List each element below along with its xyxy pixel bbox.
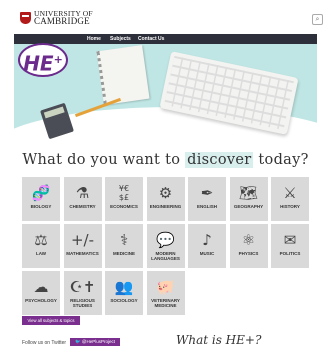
subject-label: History xyxy=(280,204,300,209)
university-logo[interactable]: UNIVERSITY OF CAMBRIDGE xyxy=(20,10,93,26)
battle-icon: ⚔ xyxy=(283,184,297,202)
pig-icon: 🐖 xyxy=(156,278,175,296)
subject-label: English xyxy=(196,204,217,209)
subject-tile[interactable]: ☪✝ Religious Studies xyxy=(63,271,102,315)
subject-tile[interactable]: 🧬 Biology xyxy=(22,177,60,221)
molecule-icon: ⚗ xyxy=(75,184,90,202)
subject-label: Sociology xyxy=(110,298,138,303)
subject-tile[interactable]: +/- Mathematics xyxy=(63,224,102,268)
subject-tile[interactable]: ⚙ Engineering xyxy=(146,177,185,221)
notebook-illustration xyxy=(96,45,150,105)
logo-line-2: CAMBRIDGE xyxy=(34,16,90,26)
subject-label: Law xyxy=(36,251,46,256)
subject-tile[interactable]: ✒ English xyxy=(188,177,226,221)
currency-icon: ¥€ $£ xyxy=(118,184,130,202)
tagline-before: What do you want to xyxy=(22,152,181,168)
twitter-bird-icon: 🐦 xyxy=(75,339,82,344)
search-icon[interactable]: ⌕ xyxy=(312,14,323,25)
people-icon: 👥 xyxy=(114,278,134,296)
speech-bubbles-icon: 💬 xyxy=(156,231,175,249)
religious-symbols-icon: ☪✝ xyxy=(69,278,96,296)
subject-label: Veterinary Medicine xyxy=(151,298,180,308)
subject-tile[interactable]: ⚕ Medicine xyxy=(105,224,143,268)
subject-label: Medicine xyxy=(112,251,135,256)
subject-label: Chemistry xyxy=(69,204,96,209)
nav-subjects[interactable]: Subjects xyxy=(110,36,131,42)
subject-label: Engineering xyxy=(149,204,182,209)
subject-tile[interactable]: ⚔ History xyxy=(271,177,309,221)
logo-text: UNIVERSITY OF CAMBRIDGE xyxy=(34,10,93,26)
twitter-button[interactable]: 🐦 @HePlusProject xyxy=(70,338,120,346)
he-plus-text: HE xyxy=(23,51,54,76)
music-note-icon: ♪ xyxy=(202,231,212,249)
subject-label: Geography xyxy=(233,204,264,209)
subject-label: Physics xyxy=(238,251,259,256)
subject-tile[interactable]: ⚗ Chemistry xyxy=(63,177,102,221)
subject-label: Music xyxy=(199,251,215,256)
subject-label: Economics xyxy=(110,204,138,209)
book-pen-icon: ✒ xyxy=(200,184,214,202)
twitter-handle: @HePlusProject xyxy=(81,339,115,344)
hero-banner: Home Subjects Contact Us HE+ xyxy=(14,34,317,147)
main-nav: Home Subjects Contact Us xyxy=(14,34,317,44)
nav-contact-us[interactable]: Contact Us xyxy=(138,36,164,42)
ballot-icon: ✉ xyxy=(283,231,297,249)
subject-label: Modern Languages xyxy=(151,251,180,261)
follow-twitter-text: Follow us on Twitter xyxy=(22,340,67,346)
subject-tile[interactable]: 👥 Sociology xyxy=(105,271,143,315)
subject-tile[interactable]: 🗺 Geography xyxy=(229,177,268,221)
subject-tile[interactable]: ⚛ Physics xyxy=(229,224,268,268)
tagline-highlight: discover xyxy=(185,152,254,168)
he-plus-logo[interactable]: HE+ xyxy=(18,43,68,77)
dna-icon: 🧬 xyxy=(31,184,51,202)
crest-icon xyxy=(20,12,31,24)
subject-label: Politics xyxy=(279,251,301,256)
what-is-heading[interactable]: What is HE+? xyxy=(176,333,261,347)
atom-icon: ⚛ xyxy=(241,231,256,249)
world-map-icon: 🗺 xyxy=(238,184,259,202)
subject-tile[interactable]: ¥€ $£ Economics xyxy=(105,177,143,221)
plus-minus-icon: +/- xyxy=(70,231,95,249)
brain-icon: ☁ xyxy=(33,278,49,296)
tagline-after: today? xyxy=(258,152,309,168)
subject-tile[interactable]: ⚖ Law xyxy=(22,224,60,268)
gears-icon: ⚙ xyxy=(158,184,173,202)
subject-tile[interactable]: 🐖 Veterinary Medicine xyxy=(146,271,185,315)
subject-label: Religious Studies xyxy=(70,298,95,308)
subject-label: Psychology xyxy=(25,298,57,303)
subject-label: Mathematics xyxy=(66,251,99,256)
he-plus-sup: + xyxy=(53,53,63,66)
site-header: UNIVERSITY OF CAMBRIDGE ⌕ xyxy=(0,0,331,34)
subject-tile[interactable]: 💬 Modern Languages xyxy=(146,224,185,268)
subject-label: Biology xyxy=(30,204,52,209)
subject-tile[interactable]: ♪ Music xyxy=(188,224,226,268)
page-tagline: What do you want to discover today? xyxy=(0,152,331,168)
subject-tile[interactable]: ☁ Psychology xyxy=(22,271,60,315)
view-all-subjects-button[interactable]: View all subjects & topics xyxy=(22,316,80,325)
nav-home[interactable]: Home xyxy=(87,36,101,42)
subject-tile[interactable]: ✉ Politics xyxy=(271,224,309,268)
scales-icon: ⚖ xyxy=(34,231,48,249)
stethoscope-icon: ⚕ xyxy=(119,231,129,249)
